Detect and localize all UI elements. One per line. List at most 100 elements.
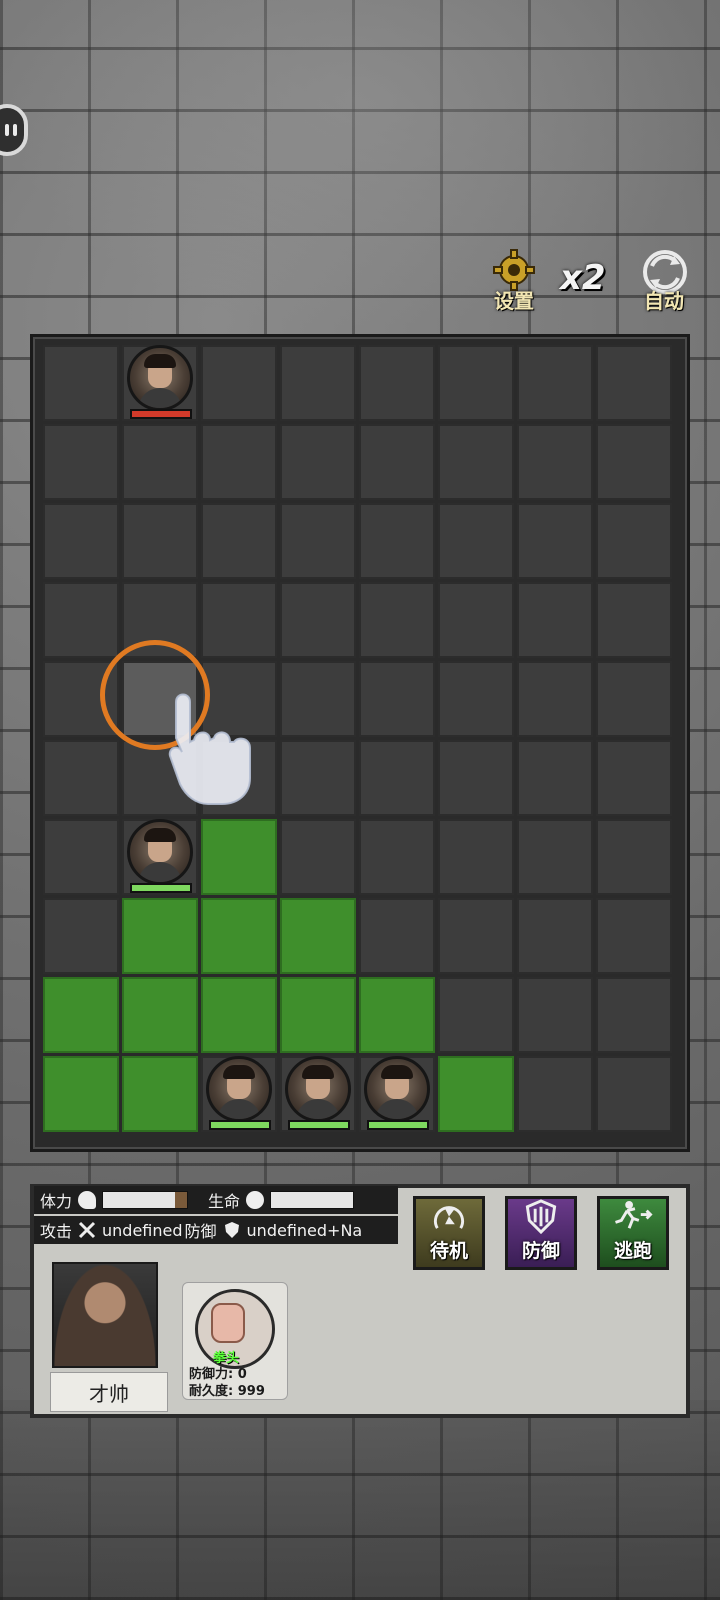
board-cell[interactable] [517,661,593,737]
board-cell[interactable] [596,345,672,421]
auto-button[interactable]: 自动 [634,248,694,314]
board-cell[interactable] [596,740,672,816]
board-cell[interactable] [359,424,435,500]
weapon-durability: 耐久度: 999 [189,1384,265,1399]
speed-toggle-button[interactable]: x2 [560,258,606,298]
board-cell[interactable] [43,345,119,421]
board-cell[interactable] [280,661,356,737]
flee-button[interactable]: 逃跑 [597,1196,669,1270]
board-cell[interactable] [438,740,514,816]
board-cell[interactable] [43,424,119,500]
stats-box: 体力 生命 攻击 undefined 防御 undefined+Na [34,1186,398,1248]
board-cell[interactable] [359,661,435,737]
board-cell[interactable] [43,977,119,1053]
unit-health-bar [130,409,192,419]
board-cell[interactable] [43,898,119,974]
ally-unit[interactable] [122,819,198,899]
board-cell[interactable] [280,977,356,1053]
board-cell[interactable] [280,898,356,974]
board-cell[interactable] [596,582,672,658]
board-cell[interactable] [517,1056,593,1132]
board-cell[interactable] [438,582,514,658]
ally-unit[interactable] [201,1056,277,1136]
board-cell[interactable] [201,977,277,1053]
board-cell[interactable] [359,503,435,579]
board-cell[interactable] [517,424,593,500]
stamina-bar [102,1191,189,1209]
attack-label: 攻击 [40,1222,73,1241]
board-cell[interactable] [438,345,514,421]
board-cell[interactable] [517,898,593,974]
board-cell[interactable] [438,424,514,500]
board-cell[interactable] [596,1056,672,1132]
board-cell[interactable] [122,1056,198,1132]
board-cell[interactable] [359,819,435,895]
board-cell[interactable] [122,977,198,1053]
board-cell[interactable] [596,503,672,579]
board-cell[interactable] [359,977,435,1053]
board-cell[interactable] [517,819,593,895]
character-portrait [52,1262,158,1368]
board-cell[interactable] [43,740,119,816]
board-cell[interactable] [201,819,277,895]
board-cell[interactable] [517,345,593,421]
wait-hourglass-icon [433,1206,465,1229]
board-cell[interactable] [43,503,119,579]
board-cell[interactable] [280,424,356,500]
board-cell[interactable] [438,1056,514,1132]
settings-button[interactable]: 设置 [484,248,544,314]
board-cell[interactable] [201,503,277,579]
weapon-card[interactable]: 拳头 防御力: 0 耐久度: 999 [182,1282,288,1400]
enemy-unit[interactable] [122,345,198,425]
wait-button[interactable]: 待机 [413,1196,485,1270]
board-cell[interactable] [438,819,514,895]
board-cell[interactable] [122,503,198,579]
defend-button[interactable]: 防御 [505,1196,577,1270]
board-cell[interactable] [280,740,356,816]
board-cell[interactable] [122,898,198,974]
stamina-label: 体力 [40,1192,73,1211]
board-cell[interactable] [517,740,593,816]
attack-defense-row: 攻击 undefined 防御 undefined+Na [34,1216,398,1244]
board-cell[interactable] [201,898,277,974]
board-cell[interactable] [438,898,514,974]
board-cell[interactable] [280,819,356,895]
board-cell[interactable] [43,1056,119,1132]
running-man-icon [615,1200,653,1229]
defend-shield-icon [525,1199,557,1234]
board-cell[interactable] [201,345,277,421]
board-cell[interactable] [280,582,356,658]
board-cell[interactable] [596,819,672,895]
board-cell[interactable] [359,582,435,658]
unit-portrait [127,345,193,411]
settings-label: 设置 [494,289,534,313]
board-cell[interactable] [517,503,593,579]
board-cell[interactable] [201,424,277,500]
defend-label: 防御 [521,1240,560,1262]
board-cell[interactable] [438,503,514,579]
board-cell[interactable] [596,424,672,500]
board-cell[interactable] [122,424,198,500]
board-cell[interactable] [43,582,119,658]
board-cell[interactable] [438,977,514,1053]
unit-portrait [206,1056,272,1122]
fist-icon [211,1303,245,1343]
board-cell[interactable] [517,977,593,1053]
ally-unit[interactable] [359,1056,435,1136]
board-cell[interactable] [280,503,356,579]
ally-unit[interactable] [280,1056,356,1136]
board-cell[interactable] [359,740,435,816]
board-cell[interactable] [201,582,277,658]
board-cell[interactable] [438,661,514,737]
board-cell[interactable] [359,345,435,421]
board-cell[interactable] [596,977,672,1053]
hp-bar [270,1191,355,1209]
tap-hand-icon [168,693,251,805]
board-cell[interactable] [596,661,672,737]
attack-value: undefined [102,1220,183,1240]
board-cell[interactable] [359,898,435,974]
board-cell[interactable] [596,898,672,974]
board-cell[interactable] [517,582,593,658]
board-cell[interactable] [280,345,356,421]
board-cell[interactable] [43,819,119,895]
